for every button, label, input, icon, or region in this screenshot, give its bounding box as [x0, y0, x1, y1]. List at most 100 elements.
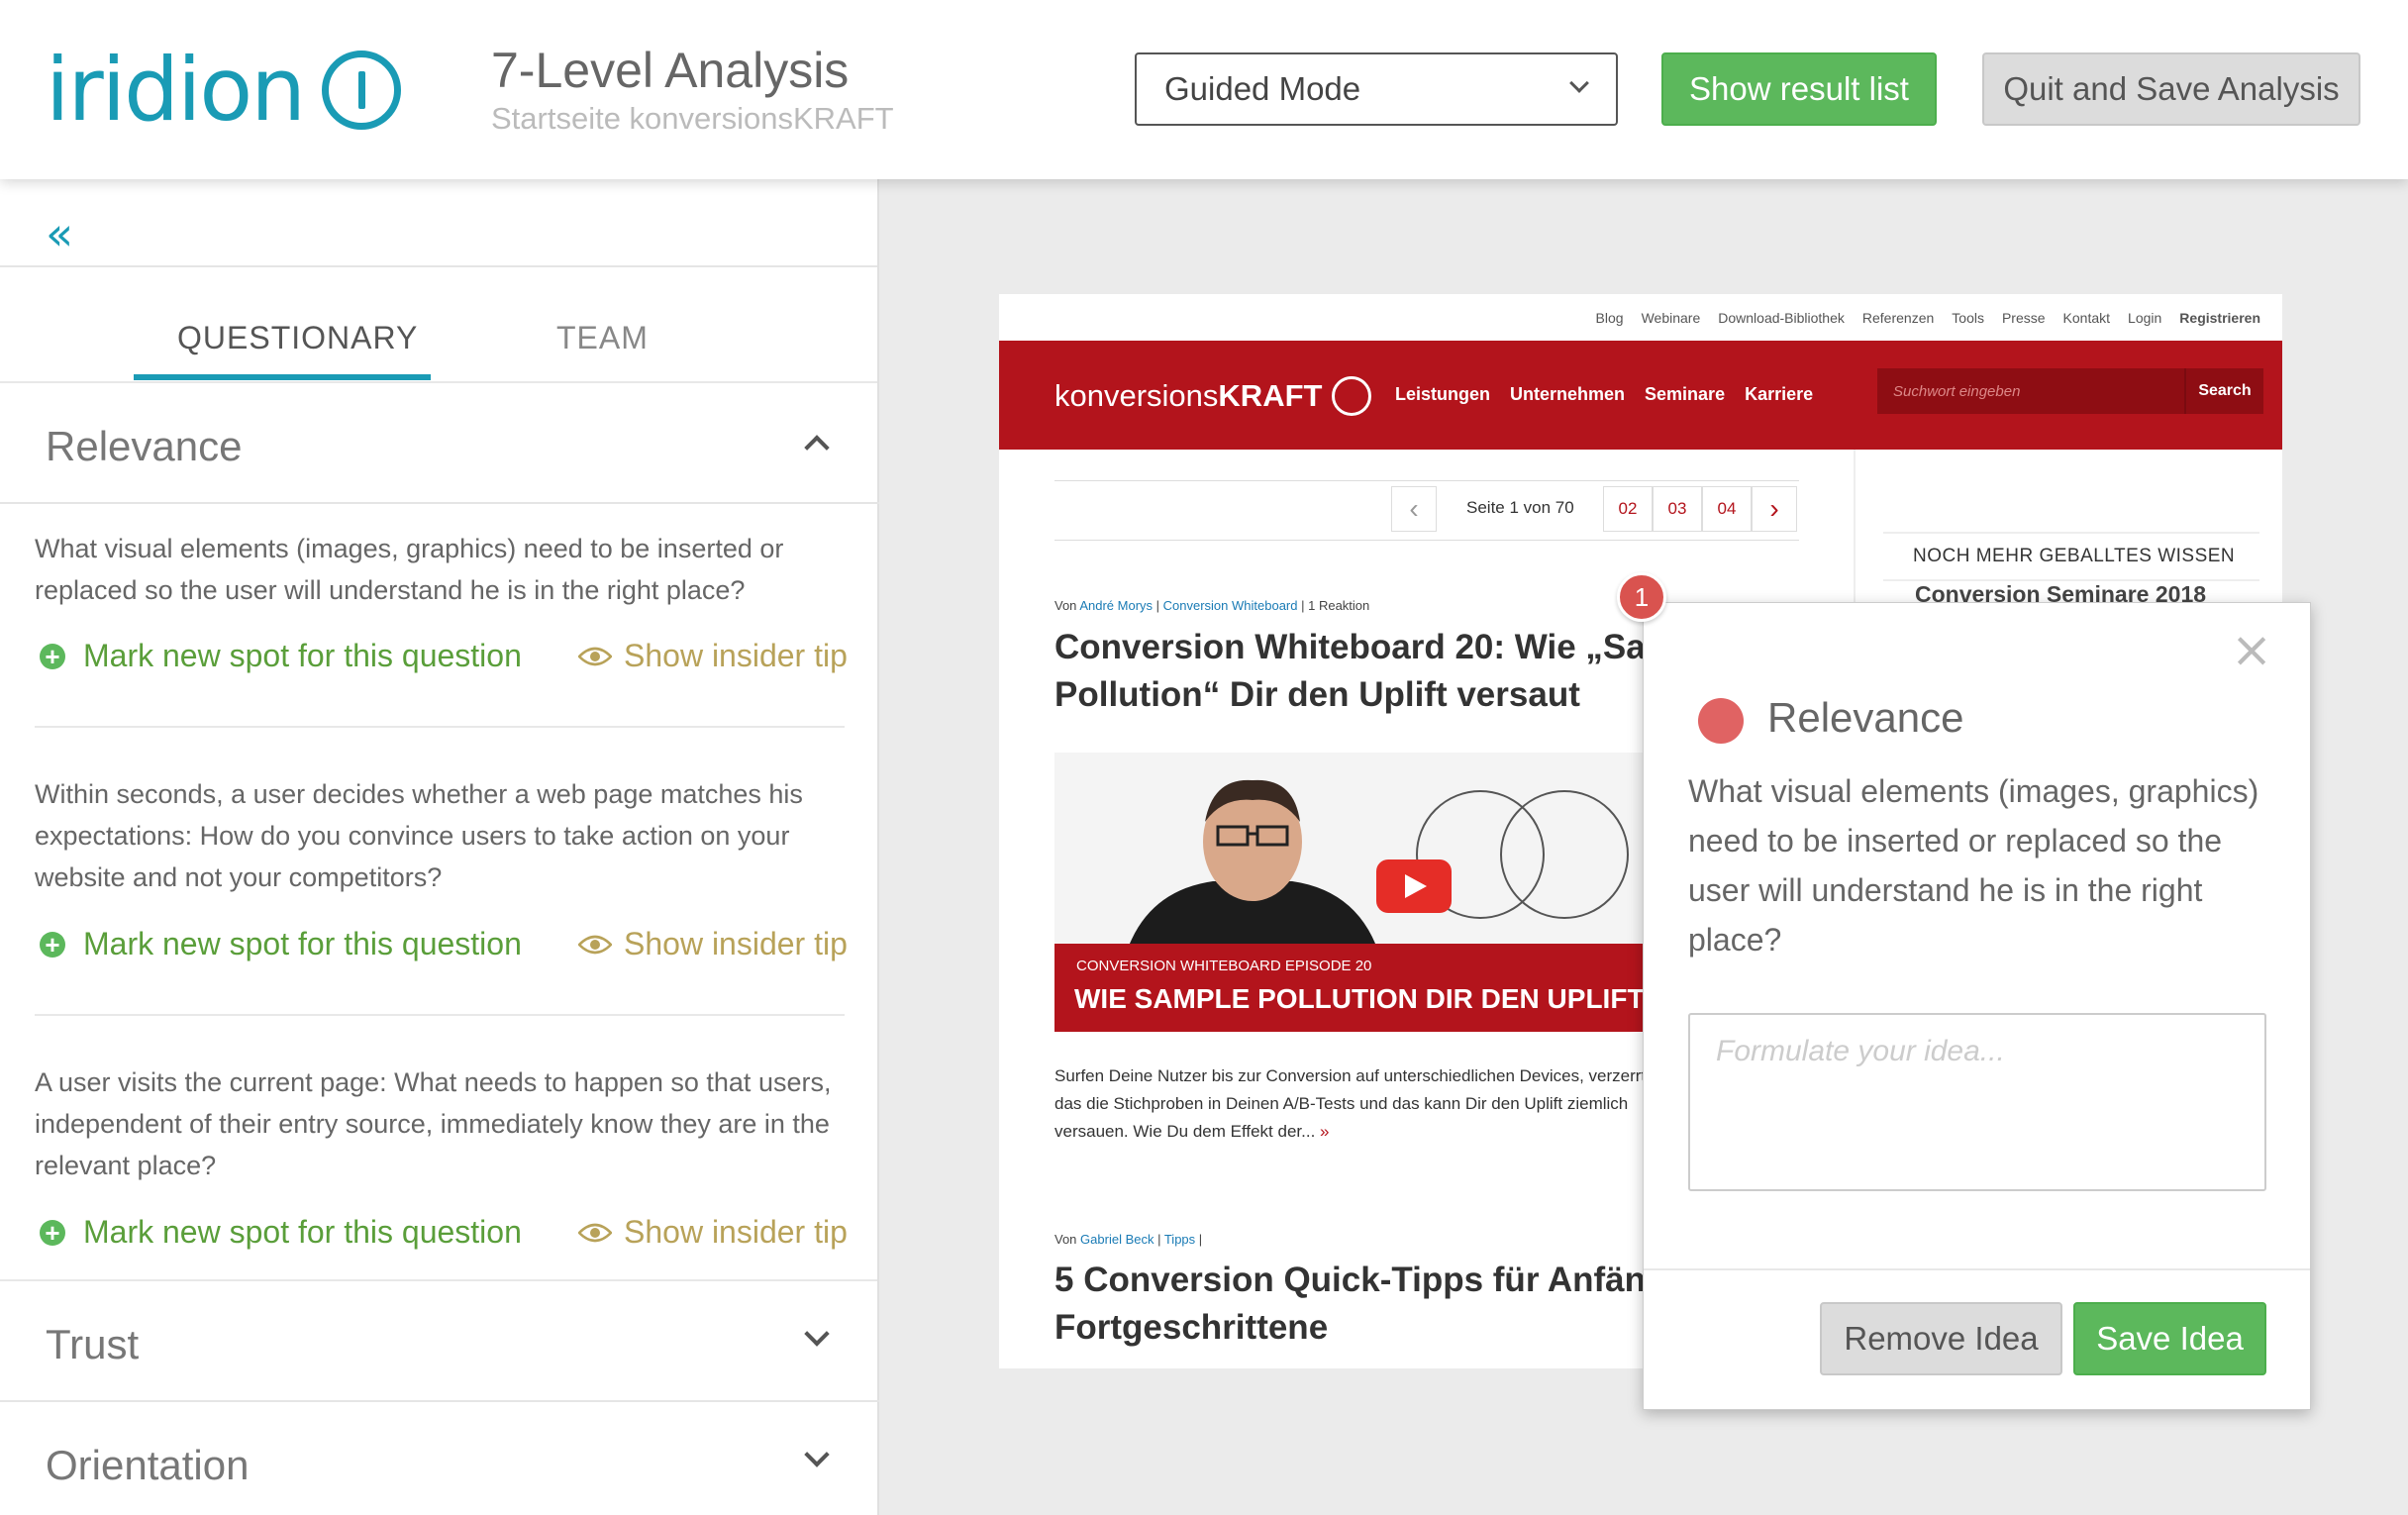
- eye-icon: [578, 1223, 612, 1242]
- topnav-item[interactable]: Webinare: [1642, 310, 1701, 326]
- question-divider: [35, 726, 845, 728]
- logo-text: iridion: [46, 39, 306, 141]
- show-result-list-button[interactable]: Show result list: [1661, 52, 1937, 126]
- excerpt-text: Surfen Deine Nutzer bis zur Conversion a…: [1054, 1066, 1647, 1141]
- mark-spot-label: Mark new spot for this question: [83, 926, 522, 961]
- article-video[interactable]: CONVERSION WHITEBOARD EPISODE 20 WIE SAM…: [1054, 753, 1698, 1032]
- topnav-item[interactable]: Blog: [1596, 310, 1624, 326]
- app-header: iridion 7-Level Analysis Startseite konv…: [0, 0, 2408, 179]
- mark-spot-label: Mark new spot for this question: [83, 638, 522, 673]
- article-reactions[interactable]: 1 Reaktion: [1308, 598, 1369, 613]
- section-relevance[interactable]: Relevance: [0, 383, 879, 504]
- section-title: Relevance: [46, 423, 243, 469]
- meta-by: Von: [1054, 1232, 1077, 1247]
- plus-circle-icon: +: [40, 931, 65, 958]
- idea-textarea[interactable]: [1688, 1013, 2266, 1191]
- article-category-link[interactable]: Conversion Whiteboard: [1163, 598, 1298, 613]
- save-idea-button[interactable]: Save Idea: [2073, 1302, 2266, 1375]
- preview-main-bar: konversions KRAFT Leistungen Unternehmen …: [999, 341, 2282, 450]
- mode-select-value: Guided Mode: [1164, 70, 1361, 107]
- question-divider: [35, 1014, 845, 1016]
- logo-mark-icon: [322, 50, 401, 130]
- plus-circle-icon: +: [40, 643, 65, 669]
- section-trust[interactable]: Trust: [0, 1281, 879, 1402]
- article-meta: Von Gabriel Beck | Tipps |: [1054, 1232, 1203, 1247]
- spot-marker[interactable]: 1: [1617, 572, 1666, 622]
- remove-idea-button[interactable]: Remove Idea: [1820, 1302, 2062, 1375]
- preview-search-input[interactable]: Suchwort eingeben: [1877, 368, 2184, 414]
- popup-divider: [1644, 1268, 2310, 1270]
- insider-tip-button[interactable]: Show insider tip: [578, 638, 848, 674]
- insider-tip-button[interactable]: Show insider tip: [578, 926, 848, 962]
- article-author-link[interactable]: André Morys: [1079, 598, 1153, 613]
- topnav-item[interactable]: Download-Bibliothek: [1718, 310, 1845, 326]
- pager-info: Seite 1 von 70: [1466, 498, 1574, 517]
- section-orientation[interactable]: Orientation: [0, 1402, 879, 1515]
- category-dot-icon: [1698, 698, 1744, 744]
- section-title: Orientation: [46, 1442, 250, 1488]
- chevron-down-icon: [804, 1321, 830, 1347]
- pager-next-button[interactable]: ›: [1752, 486, 1797, 532]
- mainnav-item[interactable]: Unternehmen: [1510, 384, 1625, 405]
- topnav-item[interactable]: Referenzen: [1862, 310, 1934, 326]
- meta-by: Von: [1054, 598, 1077, 613]
- pager-prev-button[interactable]: ‹: [1391, 486, 1437, 532]
- article-excerpt: Surfen Deine Nutzer bis zur Conversion a…: [1054, 1062, 1668, 1146]
- video-caption-band: CONVERSION WHITEBOARD EPISODE 20 WIE SAM…: [1054, 944, 1698, 1032]
- konversionskraft-logo[interactable]: konversions KRAFT: [1054, 376, 1372, 416]
- topnav-item[interactable]: Kontakt: [2063, 310, 2110, 326]
- idea-popup: × Relevance What visual elements (images…: [1643, 602, 2311, 1410]
- sidebar-widget-title: NOCH MEHR GEBALLTES WISSEN: [1883, 532, 2259, 581]
- tab-active-indicator: [134, 374, 431, 380]
- read-more-link[interactable]: »: [1320, 1122, 1329, 1141]
- pager-page-button[interactable]: 03: [1653, 486, 1702, 532]
- mark-spot-label: Mark new spot for this question: [83, 1214, 522, 1250]
- question-text: A user visits the current page: What nee…: [35, 1067, 832, 1180]
- topnav-item[interactable]: Registrieren: [2179, 310, 2260, 326]
- insider-tip-button[interactable]: Show insider tip: [578, 1214, 848, 1251]
- pager-rule: [1054, 540, 1799, 541]
- topnav-item[interactable]: Login: [2128, 310, 2161, 326]
- presenter-image: [1124, 779, 1381, 960]
- preview-search-button[interactable]: Search: [2184, 368, 2263, 414]
- pager-rule: [1054, 480, 1799, 481]
- article-author-link[interactable]: Gabriel Beck: [1080, 1232, 1154, 1247]
- eye-icon: [578, 647, 612, 665]
- popup-question: What visual elements (images, graphics) …: [1688, 773, 2259, 958]
- tab-team[interactable]: TEAM: [556, 320, 649, 356]
- venn-circle-b: [1500, 790, 1629, 919]
- mark-spot-button[interactable]: + Mark new spot for this question: [40, 926, 522, 962]
- mark-spot-button[interactable]: + Mark new spot for this question: [40, 638, 522, 674]
- popup-category: Relevance: [1767, 694, 1964, 741]
- mainnav-item[interactable]: Leistungen: [1395, 384, 1490, 405]
- mode-select[interactable]: Guided Mode: [1135, 52, 1618, 126]
- mark-spot-button[interactable]: + Mark new spot for this question: [40, 1214, 522, 1251]
- pager-page-button[interactable]: 02: [1603, 486, 1653, 532]
- brand-light: konversions: [1054, 378, 1219, 413]
- insider-tip-label: Show insider tip: [624, 1214, 848, 1250]
- page-subtitle: Startseite konversionsKRAFT: [491, 101, 894, 136]
- article-category-link[interactable]: Tipps: [1164, 1232, 1195, 1247]
- insider-tip-label: Show insider tip: [624, 926, 848, 961]
- insider-tip-label: Show insider tip: [624, 638, 848, 673]
- question-text: What visual elements (images, graphics) …: [35, 534, 784, 605]
- tab-questionary[interactable]: QUESTIONARY: [177, 320, 418, 356]
- topnav-item[interactable]: Tools: [1952, 310, 1984, 326]
- preview-main-nav: Leistungen Unternehmen Seminare Karriere: [1395, 384, 1813, 405]
- plus-circle-icon: +: [40, 1219, 65, 1246]
- mainnav-item[interactable]: Seminare: [1645, 384, 1725, 405]
- iridion-logo[interactable]: iridion: [46, 46, 401, 135]
- video-headline: WIE SAMPLE POLLUTION DIR DEN UPLIFT VERS…: [1074, 983, 1698, 1014]
- topnav-item[interactable]: Presse: [2002, 310, 2046, 326]
- pager-page-button[interactable]: 04: [1702, 486, 1752, 532]
- preview-top-nav: Blog Webinare Download-Bibliothek Refere…: [1596, 310, 2260, 326]
- mainnav-item[interactable]: Karriere: [1745, 384, 1813, 405]
- chevron-down-icon: [1569, 73, 1589, 93]
- brand-bold: KRAFT: [1218, 378, 1323, 413]
- section-title: Trust: [46, 1321, 140, 1367]
- play-button-icon[interactable]: [1376, 859, 1452, 913]
- close-icon[interactable]: ×: [2231, 625, 2272, 674]
- quit-and-save-button[interactable]: Quit and Save Analysis: [1982, 52, 2360, 126]
- chevron-down-icon: [804, 1442, 830, 1467]
- collapse-sidebar-icon[interactable]: «: [46, 211, 73, 256]
